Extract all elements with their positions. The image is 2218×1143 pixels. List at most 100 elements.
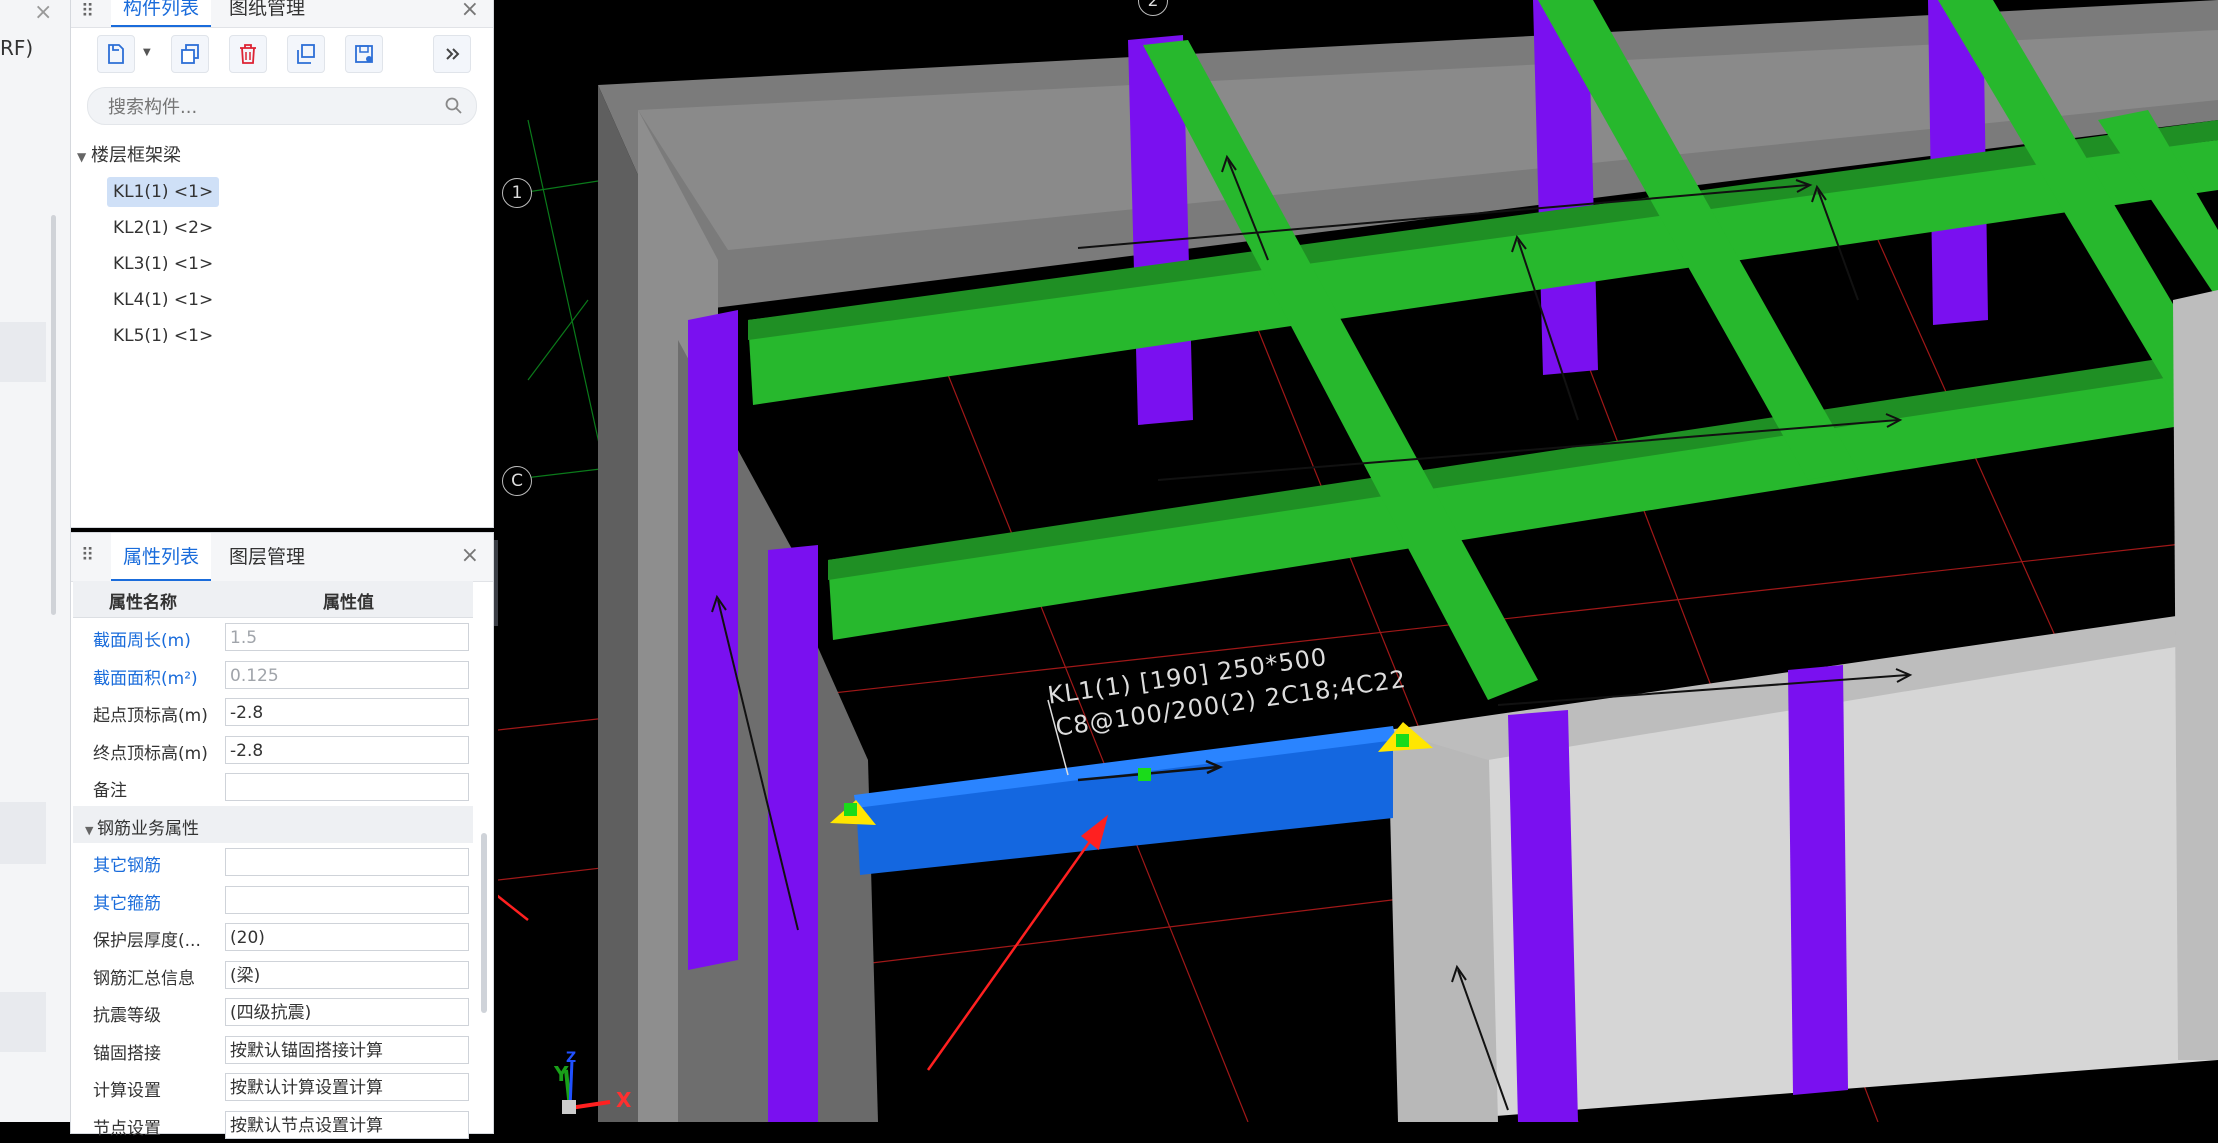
more-icon[interactable]	[433, 35, 471, 73]
list-item[interactable]: KL5(1) <1>	[107, 321, 219, 351]
property-list-panel: ⠿ 属性列表 图层管理 × 属性名称 属性值 截面周长(m) 1.5 截面面积(…	[70, 532, 494, 1134]
table-row: 保护层厚度(... (20)	[73, 918, 473, 956]
start-grip-handle[interactable]	[844, 803, 857, 816]
table-row: 截面周长(m) 1.5	[73, 618, 473, 656]
property-value[interactable]	[225, 886, 469, 914]
left-side-strip: RF) ×	[0, 0, 71, 1122]
component-list-panel: ⠿ 构件列表 图纸管理 × ▼ ▼楼层框架梁 KL1(1) <1>	[70, 0, 494, 528]
tab-component-list[interactable]: 构件列表	[111, 0, 211, 27]
property-name: 截面周长(m)	[93, 626, 191, 651]
property-name: 抗震等级	[93, 1001, 161, 1026]
wall-front-side	[1388, 720, 1498, 1122]
copy-icon[interactable]	[171, 35, 209, 73]
scrollbar[interactable]	[51, 215, 56, 615]
property-name: 截面面积(m²)	[93, 664, 198, 689]
chevron-down-icon[interactable]: ▼	[143, 47, 151, 58]
beam	[828, 350, 2218, 580]
property-value[interactable]: (20)	[225, 923, 469, 951]
table-row: 钢筋汇总信息 (梁)	[73, 956, 473, 994]
property-name: 其它箍筋	[93, 889, 161, 914]
scrollbar[interactable]	[481, 833, 487, 1013]
table-row: 备注	[73, 768, 473, 806]
list-item[interactable]: KL3(1) <1>	[107, 249, 219, 279]
property-name: 钢筋汇总信息	[93, 964, 195, 989]
delete-icon[interactable]	[229, 35, 267, 73]
property-name: 计算设置	[93, 1076, 161, 1101]
strip-block	[0, 802, 46, 864]
list-item[interactable]: KL4(1) <1>	[107, 285, 219, 315]
start-elevation-field[interactable]: -2.8	[225, 698, 469, 726]
mid-grip-handle[interactable]	[1138, 768, 1151, 781]
table-row: 抗震等级 (四级抗震)	[73, 993, 473, 1031]
table-row: 终点顶标高(m) -2.8	[73, 731, 473, 769]
axis-x-label: X	[616, 1088, 631, 1112]
chevron-down-icon[interactable]: ▼	[77, 142, 91, 172]
end-elevation-field[interactable]: -2.8	[225, 736, 469, 764]
header-property-name: 属性名称	[109, 588, 177, 613]
strip-block	[0, 322, 46, 382]
axis-label-1: 1	[502, 178, 532, 208]
search-input[interactable]	[106, 94, 430, 120]
property-value[interactable]: 按默认节点设置计算	[225, 1111, 469, 1139]
property-value: 0.125	[225, 661, 469, 689]
tree-group-frame-beam[interactable]: ▼楼层框架梁	[77, 141, 477, 171]
property-name: 起点顶标高(m)	[93, 701, 208, 726]
property-value[interactable]: 按默认锚固搭接计算	[225, 1036, 469, 1064]
panel-tabbar: ⠿ 属性列表 图层管理 ×	[71, 533, 493, 582]
close-icon[interactable]: ×	[461, 543, 479, 568]
table-row: 起点顶标高(m) -2.8	[73, 693, 473, 731]
property-name: 终点顶标高(m)	[93, 739, 208, 764]
new-component-icon[interactable]	[97, 35, 135, 73]
save-icon[interactable]	[345, 35, 383, 73]
strip-block	[0, 992, 46, 1052]
drag-handle-icon[interactable]: ⠿	[81, 545, 92, 566]
table-row: 节点设置 按默认节点设置计算	[73, 1106, 473, 1143]
end-grip-handle[interactable]	[1396, 734, 1409, 747]
property-value[interactable]: (梁)	[225, 961, 469, 989]
close-icon[interactable]: ×	[461, 0, 479, 22]
property-value[interactable]: (四级抗震)	[225, 998, 469, 1026]
property-table: 属性名称 属性值 截面周长(m) 1.5 截面面积(m²) 0.125 起点顶标…	[73, 581, 473, 1143]
search-icon[interactable]	[444, 96, 464, 116]
table-row: 其它钢筋	[73, 843, 473, 881]
strip-text: RF)	[0, 36, 33, 60]
section-title: 钢筋业务属性	[97, 819, 199, 839]
3d-model-canvas[interactable]	[498, 0, 2218, 1122]
selected-beam[interactable]	[856, 733, 1393, 875]
table-row: 计算设置 按默认计算设置计算	[73, 1068, 473, 1106]
tab-property-list[interactable]: 属性列表	[111, 533, 211, 581]
property-value[interactable]: 按默认计算设置计算	[225, 1073, 469, 1101]
property-name: 其它钢筋	[93, 851, 161, 876]
copy-floor-icon[interactable]	[287, 35, 325, 73]
property-value: 1.5	[225, 623, 469, 651]
tab-drawing-management[interactable]: 图纸管理	[217, 0, 317, 25]
section-label: ▼ 钢筋业务属性	[85, 814, 199, 839]
list-item[interactable]: KL2(1) <2>	[107, 213, 219, 243]
drag-handle-icon[interactable]: ⠿	[81, 1, 92, 22]
tab-layer-management[interactable]: 图层管理	[217, 533, 317, 579]
list-item[interactable]: KL1(1) <1>	[107, 177, 219, 207]
close-icon[interactable]: ×	[34, 0, 52, 25]
axis-label-c: C	[502, 466, 532, 496]
header-property-value: 属性值	[323, 588, 374, 613]
tree-group-label: 楼层框架梁	[91, 145, 181, 166]
remark-field[interactable]	[225, 773, 469, 801]
column	[688, 310, 738, 970]
property-value[interactable]	[225, 848, 469, 876]
table-row: 锚固搭接 按默认锚固搭接计算	[73, 1031, 473, 1069]
property-name: 节点设置	[93, 1114, 161, 1139]
beam	[828, 370, 2218, 640]
table-header: 属性名称 属性值	[73, 581, 473, 618]
table-row: 截面面积(m²) 0.125	[73, 656, 473, 694]
search-box[interactable]	[87, 87, 477, 125]
property-name: 备注	[93, 776, 127, 801]
wall-right	[2173, 290, 2218, 1060]
section-header[interactable]: ▼ 钢筋业务属性	[73, 806, 473, 844]
3d-viewport[interactable]: KL1(1) [190] 250*500 C8@100/200(2) 2C18;…	[498, 0, 2218, 1122]
table-row: 其它箍筋	[73, 881, 473, 919]
column	[1508, 710, 1578, 1122]
property-name: 保护层厚度(...	[93, 926, 201, 951]
chevron-down-icon[interactable]: ▼	[85, 824, 97, 837]
component-toolbar: ▼	[85, 35, 485, 79]
property-name: 锚固搭接	[93, 1039, 161, 1064]
